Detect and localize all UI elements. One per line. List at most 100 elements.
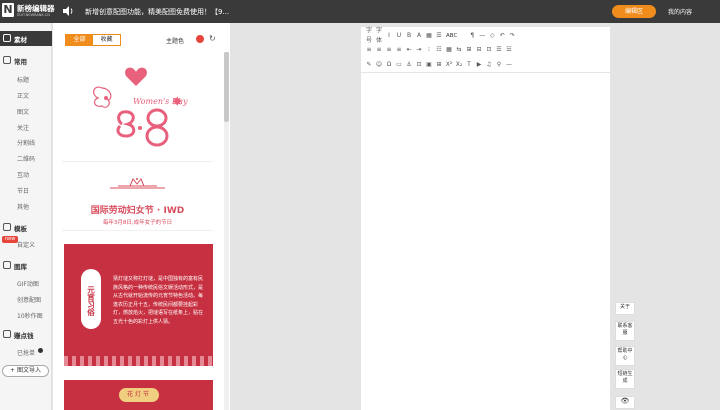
toolbar-button[interactable]: ↷ [507, 31, 517, 41]
refresh-icon[interactable]: ↻ [209, 34, 216, 43]
nav-item-other[interactable]: 其他 [17, 202, 29, 211]
theme-color-picker[interactable] [196, 35, 204, 43]
iwd-subtitle: 每年3月8日,成年女子的节日 [102, 220, 173, 226]
nav-item-creative-image[interactable]: 创意配图 [17, 295, 41, 304]
toolbar-button[interactable]: ☷ [434, 45, 444, 55]
tab-all[interactable]: 全部 [66, 35, 93, 45]
nav-item-qrcode[interactable]: 二维码 [17, 154, 35, 163]
editor-content[interactable] [361, 73, 610, 410]
toolbar-button[interactable]: ✎ [364, 60, 374, 70]
toolbar-button[interactable]: ◇ [487, 31, 497, 41]
toolbar-button[interactable]: ⁝ [424, 45, 434, 55]
nav-item-follow[interactable]: 关注 [17, 123, 29, 132]
toolbar-button[interactable]: ☰ [434, 31, 444, 41]
toolbar-button[interactable]: ↶ [497, 31, 507, 41]
toolbar-button[interactable]: ♫ [484, 60, 494, 70]
lantern-wave-pattern [64, 356, 213, 366]
logo[interactable]: N 新榜编辑器 EDIT.NEWRANK.CN [2, 3, 57, 21]
help-center-button[interactable]: 帮助中心 [615, 346, 635, 366]
nav-item-custom[interactable]: 自定义 [17, 240, 35, 249]
toolbar-button[interactable]: ≡ [374, 45, 384, 55]
toolbar-row-2: ≡ ≡ ≡ ≡ ⇤ ⇥ ⁝ ☷ ▦ ⇆ ⊞ ⊟ ⊡ ☰ ☱ [364, 44, 514, 55]
toolbar-button[interactable]: ⊟ [474, 45, 484, 55]
nav-section-earn[interactable]: 赚点钱 [0, 327, 52, 342]
about-button[interactable]: 关于 [615, 302, 635, 315]
template-card-womens-day[interactable]: Women's Day [62, 58, 213, 162]
toolbar-button[interactable]: 字号 [364, 26, 374, 46]
contact-service-button[interactable]: 联系客服 [615, 321, 635, 341]
tab-favorites[interactable]: 收藏 [93, 35, 120, 45]
toolbar-button[interactable]: ⚓ [404, 60, 414, 70]
toolbar-button[interactable]: ≡ [384, 45, 394, 55]
logo-subtitle: EDIT.NEWRANK.CN [17, 13, 50, 17]
toolbar-row-3: ✎ ☺ Ω ▭ ⚓ ⊡ ▣ ⊞ X² X₂ T ▶ ♫ ⚲ — [364, 59, 514, 70]
toolbar-button[interactable]: U [394, 31, 404, 41]
scrollbar-thumb[interactable] [224, 52, 229, 122]
my-content-link[interactable]: 我的内容 [668, 7, 692, 16]
toolbar-button[interactable]: ▣ [424, 60, 434, 70]
lantern-title-text: 元宵习俗 [86, 286, 96, 316]
nav-item-10s-image[interactable]: 10秒作图 [17, 311, 43, 320]
toolbar-button[interactable]: ⇥ [414, 45, 424, 55]
shortlink-label: 短链生成 [617, 371, 633, 384]
toolbar-button[interactable]: ▶ [474, 60, 484, 70]
toolbar-button[interactable]: B [404, 31, 414, 41]
notice-text[interactable]: 新增创意配图功能，精美配图免费使用！【9... [85, 7, 229, 17]
contact-label: 联系客服 [617, 323, 633, 336]
import-article-button[interactable]: + 图文导入 [2, 365, 49, 377]
toolbar-button[interactable]: — [504, 60, 514, 70]
toolbar-button[interactable]: A [414, 31, 424, 41]
editor-area[interactable]: 字号 字体 I U B A ▦ ☰ ABC ¶ — ◇ ↶ ↷ ≡ ≡ ≡ ≡ ⇤ ⇥ ⁝ ☷ ▦ ⇆ ⊞ ⊟ ⊡ ☰ ☱ ✎ ☺ Ω ▭ ⚓… [361, 27, 610, 410]
template-scrollbar[interactable] [224, 52, 229, 410]
nav-section-label: 素材 [14, 36, 27, 44]
short-link-button[interactable]: 短链生成 [615, 369, 635, 389]
toolbar-button[interactable]: ☺ [374, 60, 384, 70]
toolbar-button[interactable]: ⇆ [454, 45, 464, 55]
toolbar-button[interactable]: ⊡ [414, 60, 424, 70]
toolbar-button[interactable]: — [477, 31, 487, 41]
toolbar-button[interactable]: ABC [444, 33, 459, 39]
toolbar-button[interactable]: Ω [384, 60, 394, 70]
nav-section-label: 赚点钱 [14, 332, 34, 340]
toolbar-button[interactable]: ≡ [394, 45, 404, 55]
toolbar-button[interactable]: 字体 [374, 26, 384, 46]
crown-ornament-icon [110, 178, 165, 189]
editor-toolbar: 字号 字体 I U B A ▦ ☰ ABC ¶ — ◇ ↶ ↷ ≡ ≡ ≡ ≡ ⇤ ⇥ ⁝ ☷ ▦ ⇆ ⊞ ⊟ ⊡ ☰ ☱ ✎ ☺ Ω ▭ ⚓… [361, 27, 610, 73]
logo-mark: N [2, 3, 14, 17]
nav-item-gif[interactable]: GIF动图 [17, 279, 39, 288]
nav-item-imagetext[interactable]: 图文 [17, 107, 29, 116]
nav-section-label: 图库 [14, 263, 27, 271]
nav-section-common[interactable]: 常用 [0, 53, 52, 68]
toolbar-button[interactable]: ¶ [467, 31, 477, 41]
toolbar-button[interactable]: ☱ [504, 45, 514, 55]
toolbar-button[interactable]: X₂ [454, 60, 464, 70]
toolbar-button[interactable]: ▭ [394, 60, 404, 70]
nav-item-divider[interactable]: 分割线 [17, 138, 35, 147]
template-card-iwd[interactable]: 国际劳动妇女节 · IWD 每年3月8日,成年女子的节日 [62, 176, 213, 231]
toolbar-button[interactable]: ⊞ [434, 60, 444, 70]
nav-section-gallery[interactable]: 图库 [0, 258, 52, 273]
nav-section-template[interactable]: 模板 [0, 220, 52, 235]
toolbar-button[interactable]: ▦ [444, 45, 454, 55]
toolbar-button[interactable]: T [464, 60, 474, 70]
toolbar-button[interactable]: ⊡ [484, 45, 494, 55]
toolbar-button[interactable]: ⇤ [404, 45, 414, 55]
nav-item-title[interactable]: 标题 [17, 75, 29, 84]
toolbar-button[interactable]: ▦ [424, 31, 434, 41]
toolbar-button[interactable]: X² [444, 60, 454, 70]
toolbar-button[interactable]: ≡ [364, 45, 374, 55]
preview-eye-icon[interactable]: 👁 [615, 396, 635, 409]
toolbar-button[interactable]: ☰ [494, 45, 504, 55]
toolbar-button[interactable]: ⊞ [464, 45, 474, 55]
nav-item-grabbed-orders[interactable]: 已抢单 [17, 348, 35, 357]
edit-area-button[interactable]: 编辑区 [612, 5, 656, 18]
template-card-lantern[interactable]: 元宵习俗 猜灯谜又称打灯谜，是中国独有的富有民族风格的一种传统民俗文娱活动形式，… [64, 244, 213, 366]
nav-item-interact[interactable]: 互动 [17, 170, 29, 179]
template-card-lantern-festival[interactable]: 花灯节 [64, 380, 213, 410]
toolbar-button[interactable]: ⚲ [494, 60, 504, 70]
nav-item-festival[interactable]: 节日 [17, 186, 29, 195]
nav-section-material[interactable]: 素材 [0, 31, 52, 46]
toolbar-button[interactable]: I [384, 31, 394, 41]
nav-item-body[interactable]: 正文 [17, 91, 29, 100]
womens-day-art: Women's Day [93, 67, 188, 147]
